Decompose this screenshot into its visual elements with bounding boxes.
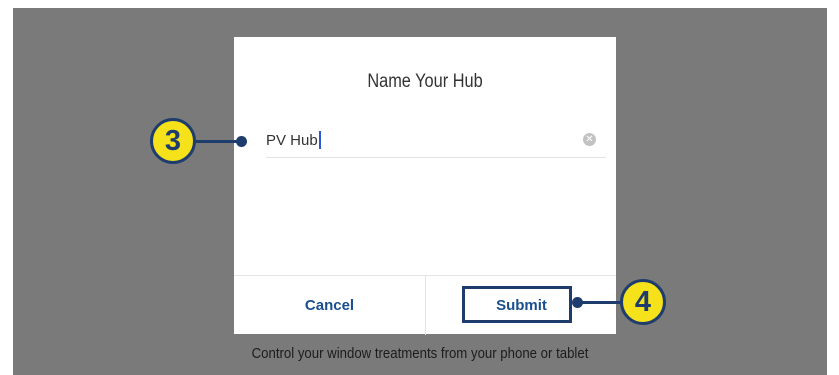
- callout-3-pointer-dot: [236, 136, 247, 147]
- callout-4-leader-line: [577, 301, 621, 304]
- submit-highlight-box: [462, 286, 572, 323]
- clear-icon[interactable]: ✕: [583, 133, 596, 146]
- hub-name-text: PV Hub: [266, 132, 318, 149]
- hub-name-input[interactable]: PV Hub ✕: [266, 123, 606, 158]
- callout-3-leader-line: [195, 140, 241, 143]
- dialog-title: Name Your Hub: [367, 71, 483, 92]
- screen-caption: Control your window treatments from your…: [251, 345, 589, 362]
- step-3-callout: 3: [150, 118, 196, 164]
- hub-name-value[interactable]: PV Hub: [266, 131, 321, 149]
- step-4-callout: 4: [620, 279, 666, 325]
- tutorial-figure: Name Your Hub PV Hub ✕ Cancel Submit Con…: [0, 0, 839, 375]
- text-cursor: [318, 131, 321, 149]
- callout-4-pointer-dot: [572, 297, 583, 308]
- cancel-button[interactable]: Cancel: [234, 276, 425, 335]
